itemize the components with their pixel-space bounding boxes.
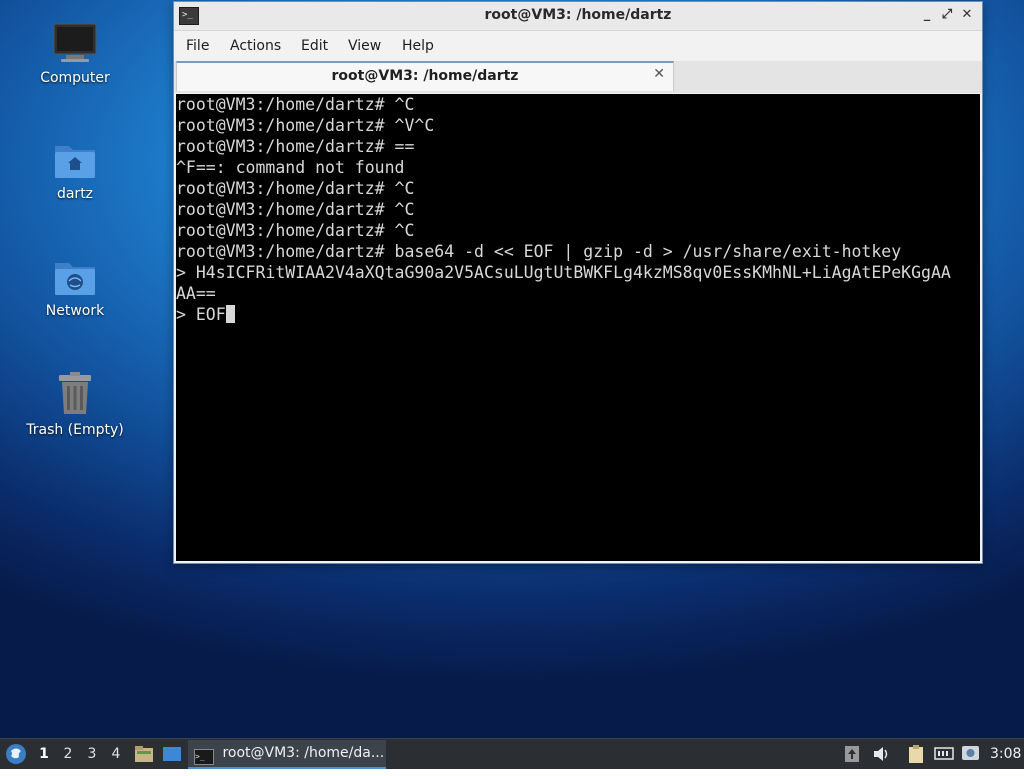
menu-actions[interactable]: Actions xyxy=(230,38,281,54)
notification-tray[interactable] xyxy=(961,745,979,763)
home-folder-icon xyxy=(55,146,95,178)
terminal-line: root@VM3:/home/dartz# == xyxy=(176,137,415,156)
terminal-line: ^F==: command not found xyxy=(176,158,405,177)
desktop-icon xyxy=(163,747,181,761)
taskbar: 1 2 3 4 >_ root@VM3: /home/da... 3:08 xyxy=(0,738,1024,769)
taskbar-terminal-task[interactable]: >_ root@VM3: /home/da... xyxy=(188,740,386,769)
task-label: root@VM3: /home/da... xyxy=(222,745,385,761)
terminal-tab[interactable]: root@VM3: /home/dartz ✕ xyxy=(176,61,674,91)
clipboard-tray[interactable] xyxy=(908,745,926,763)
desktop-icon-trash[interactable]: Trash (Empty) xyxy=(10,372,140,438)
desktop: Computer dartz Network Trash (Empty) >_ … xyxy=(0,0,1024,738)
window-title: root@VM3: /home/dartz xyxy=(484,7,672,23)
close-button[interactable]: ✕ xyxy=(958,6,976,24)
clipboard-icon xyxy=(909,745,923,763)
desktop-icon-label: Trash (Empty) xyxy=(26,422,124,438)
file-manager-launcher[interactable] xyxy=(134,739,156,769)
menu-edit[interactable]: Edit xyxy=(301,38,328,54)
workspace-2[interactable]: 2 xyxy=(57,739,79,769)
update-arrow-icon xyxy=(845,746,859,762)
tab-label: root@VM3: /home/dartz xyxy=(331,68,519,84)
terminal-line: root@VM3:/home/dartz# ^V^C xyxy=(176,116,435,135)
terminal-task-icon: >_ xyxy=(194,749,214,765)
desktop-icon-label: Network xyxy=(45,303,105,319)
terminal-line: root@VM3:/home/dartz# ^C xyxy=(176,95,415,114)
workspace-4[interactable]: 4 xyxy=(105,739,127,769)
terminal-input-line[interactable]: > EOF xyxy=(176,304,980,325)
updates-tray[interactable] xyxy=(844,745,862,763)
terminal-output[interactable]: root@VM3:/home/dartz# ^C root@VM3:/home/… xyxy=(176,94,980,561)
desktop-icon-network[interactable]: Network xyxy=(10,257,140,319)
maximize-button[interactable]: ⤢ xyxy=(938,6,956,24)
terminal-line: root@VM3:/home/dartz# ^C xyxy=(176,221,415,240)
menu-bar: File Actions Edit View Help xyxy=(174,31,982,61)
show-desktop-button[interactable] xyxy=(162,739,184,769)
network-tray[interactable] xyxy=(934,745,954,763)
workspace-3[interactable]: 3 xyxy=(81,739,103,769)
minimize-button[interactable]: _ xyxy=(918,6,936,24)
volume-tray[interactable] xyxy=(872,745,890,763)
desktop-icon-computer[interactable]: Computer xyxy=(10,22,140,86)
terminal-prompt-text: > EOF xyxy=(176,305,226,324)
network-icon xyxy=(934,747,954,760)
menu-view[interactable]: View xyxy=(348,38,381,54)
terminal-line: root@VM3:/home/dartz# ^C xyxy=(176,200,415,219)
app-menu-icon xyxy=(6,744,26,764)
network-folder-icon xyxy=(55,263,95,295)
computer-icon xyxy=(53,23,97,62)
tab-bar: root@VM3: /home/dartz ✕ xyxy=(174,61,982,93)
desktop-icon-home-folder[interactable]: dartz xyxy=(10,140,140,202)
tab-close-icon[interactable]: ✕ xyxy=(653,66,665,82)
trash-icon xyxy=(59,372,91,414)
start-menu-button[interactable] xyxy=(5,739,29,769)
menu-help[interactable]: Help xyxy=(402,38,434,54)
desktop-icon-label: dartz xyxy=(56,186,94,202)
notification-icon xyxy=(962,746,979,760)
terminal-line: > H4sICFRitWIAA2V4aXQtaG90a2V5ACsuLUgtUt… xyxy=(176,263,951,282)
terminal-line: AA== xyxy=(176,284,216,303)
desktop-icon-label: Computer xyxy=(40,70,110,86)
terminal-line: root@VM3:/home/dartz# base64 -d << EOF |… xyxy=(176,242,902,261)
menu-file[interactable]: File xyxy=(186,38,209,54)
volume-icon xyxy=(874,747,888,761)
file-manager-icon xyxy=(135,746,153,762)
clock[interactable]: 3:08 xyxy=(990,739,1021,769)
terminal-line: root@VM3:/home/dartz# ^C xyxy=(176,179,415,198)
text-cursor xyxy=(225,305,235,323)
workspace-1[interactable]: 1 xyxy=(33,739,55,769)
terminal-window[interactable]: >_ root@VM3: /home/dartz _ ⤢ ✕ File Acti… xyxy=(173,1,983,564)
window-titlebar[interactable]: >_ root@VM3: /home/dartz _ ⤢ ✕ xyxy=(174,2,982,31)
